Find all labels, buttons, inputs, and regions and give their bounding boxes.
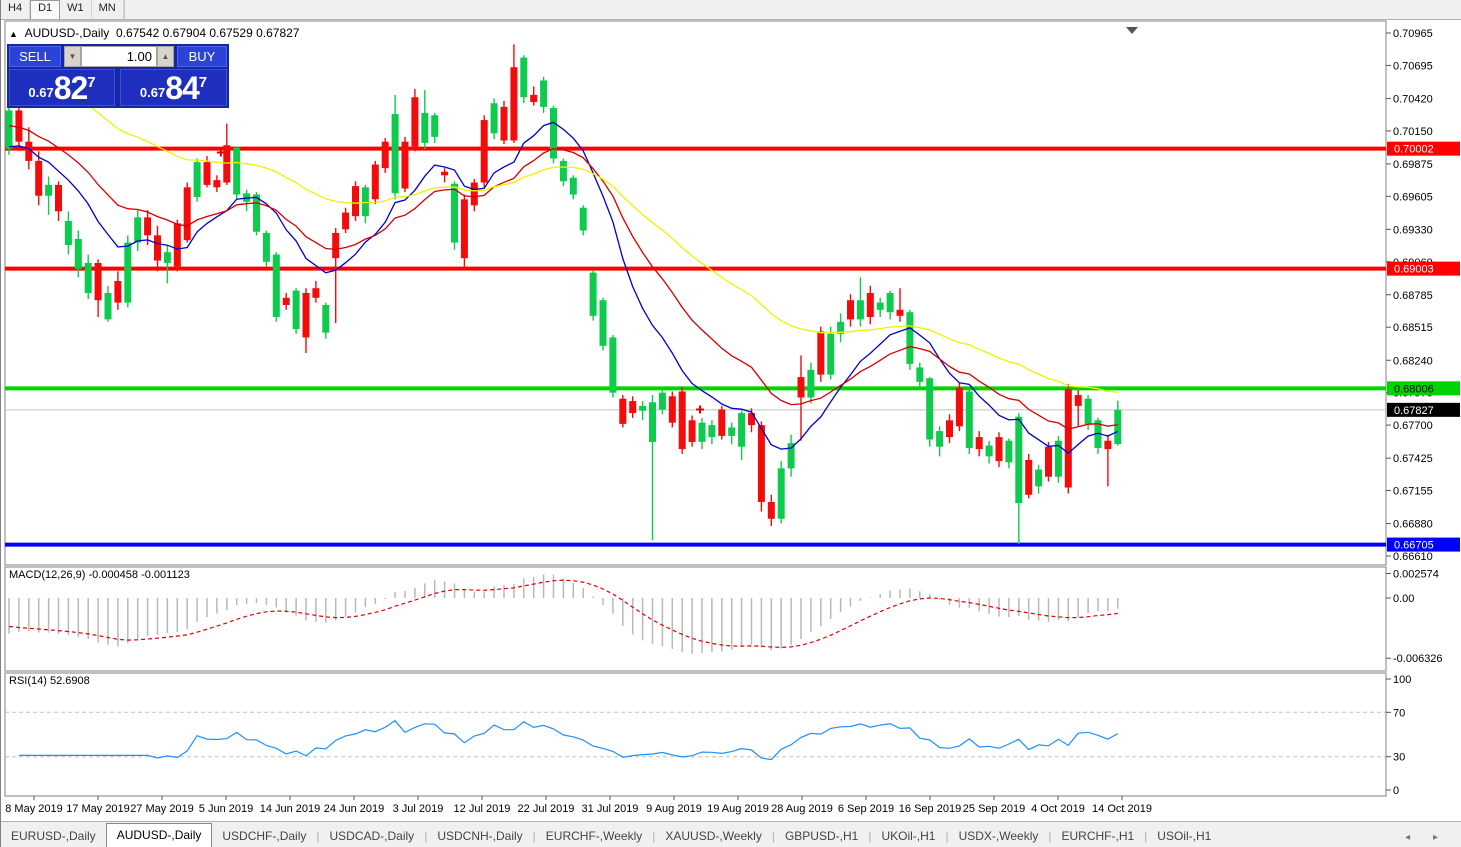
chart-tab-usdchf-daily[interactable]: USDCHF-,Daily <box>212 825 316 847</box>
rsi-label: RSI(14) 52.6908 <box>9 675 90 687</box>
svg-text:9 Aug 2019: 9 Aug 2019 <box>646 803 702 815</box>
svg-text:0.67827: 0.67827 <box>1394 405 1434 417</box>
svg-text:27 May 2019: 27 May 2019 <box>130 803 194 815</box>
volume-decrease-icon[interactable]: ▼ <box>64 46 81 67</box>
svg-text:0.70002: 0.70002 <box>1394 144 1434 156</box>
tab-scroll-arrows[interactable]: ◂ ▸ <box>1405 828 1461 847</box>
svg-text:0.00: 0.00 <box>1393 593 1414 605</box>
svg-text:0.66705: 0.66705 <box>1394 540 1434 552</box>
one-click-trading-panel: SELL ▼ 1.00 ▲ BUY 0.67 82 7 0.67 84 7 <box>7 44 229 108</box>
svg-text:4 Oct 2019: 4 Oct 2019 <box>1031 803 1085 815</box>
svg-text:16 Sep 2019: 16 Sep 2019 <box>899 803 961 815</box>
svg-text:0: 0 <box>1393 785 1399 797</box>
svg-text:0.69330: 0.69330 <box>1393 224 1433 236</box>
rsi-axis: 100 70 30 0 <box>1386 674 1411 797</box>
volume-stepper: ▼ 1.00 ▲ <box>64 46 174 67</box>
svg-text:31 Jul 2019: 31 Jul 2019 <box>582 803 639 815</box>
svg-text:0.69875: 0.69875 <box>1393 159 1433 171</box>
svg-text:0.69605: 0.69605 <box>1393 191 1433 203</box>
svg-text:8 May 2019: 8 May 2019 <box>5 803 62 815</box>
svg-text:5 Jun 2019: 5 Jun 2019 <box>199 803 253 815</box>
svg-text:0.67425: 0.67425 <box>1393 453 1433 465</box>
svg-text:0.70420: 0.70420 <box>1393 93 1433 105</box>
chart-tab-usdx-weekly[interactable]: USDX-,Weekly <box>949 825 1049 847</box>
chart-tab-audusd-daily[interactable]: AUDUSD-,Daily <box>105 823 213 847</box>
svg-text:0.70150: 0.70150 <box>1393 126 1433 138</box>
chart-ohlc-header: ▲ AUDUSD-,Daily 0.67542 0.67904 0.67529 … <box>9 26 299 40</box>
chart-tab-usoil-h1[interactable]: USOil-,H1 <box>1147 825 1221 847</box>
svg-text:70: 70 <box>1393 707 1405 719</box>
chart-tab-eurusd-daily[interactable]: EURUSD-,Daily <box>1 825 106 847</box>
volume-input[interactable]: 1.00 <box>81 46 157 67</box>
chart-tab-bar: EURUSD-,Daily AUDUSD-,Daily USDCHF-,Daily |… <box>1 821 1461 847</box>
svg-text:0.68515: 0.68515 <box>1393 322 1433 334</box>
svg-text:0.69003: 0.69003 <box>1394 264 1434 276</box>
sell-price-big: 82 <box>53 70 89 106</box>
one-click-collapse-icon[interactable]: ▲ <box>9 29 18 39</box>
chart-tab-ukoil-h1[interactable]: UKOil-,H1 <box>871 825 945 847</box>
svg-text:100: 100 <box>1393 674 1411 686</box>
svg-text:24 Jun 2019: 24 Jun 2019 <box>324 803 385 815</box>
svg-text:0.68006: 0.68006 <box>1394 383 1434 395</box>
chart-ohlc-values: 0.67542 0.67904 0.67529 0.67827 <box>115 26 300 40</box>
svg-text:0.68785: 0.68785 <box>1393 290 1433 302</box>
volume-increase-icon[interactable]: ▲ <box>157 46 174 67</box>
buy-price-sup: 7 <box>198 74 208 91</box>
svg-text:19 Aug 2019: 19 Aug 2019 <box>707 803 769 815</box>
svg-text:-0.006326: -0.006326 <box>1393 653 1443 665</box>
svg-text:25 Sep 2019: 25 Sep 2019 <box>963 803 1025 815</box>
svg-text:14 Jun 2019: 14 Jun 2019 <box>260 803 321 815</box>
svg-text:0.66880: 0.66880 <box>1393 519 1433 531</box>
sell-price-display[interactable]: 0.67 82 7 <box>9 69 115 106</box>
svg-text:0.66610: 0.66610 <box>1393 551 1433 563</box>
date-axis: 8 May 2019 17 May 2019 27 May 2019 5 Jun 20… <box>5 796 1152 815</box>
buy-price-display[interactable]: 0.67 84 7 <box>120 69 227 106</box>
chart-tab-gbpusd-h1[interactable]: GBPUSD-,H1 <box>775 825 868 847</box>
svg-text:17 May 2019: 17 May 2019 <box>66 803 130 815</box>
sell-price-prefix: 0.67 <box>28 85 54 100</box>
sell-button[interactable]: SELL <box>9 46 61 67</box>
svg-text:30: 30 <box>1393 752 1405 764</box>
chart-canvas[interactable]: 0.70965 0.70695 0.70420 0.70150 0.69875 0.696… <box>1 0 1461 821</box>
svg-text:6 Sep 2019: 6 Sep 2019 <box>838 803 894 815</box>
chart-tab-eurchf-h1[interactable]: EURCHF-,H1 <box>1052 825 1145 847</box>
buy-price-prefix: 0.67 <box>139 85 166 100</box>
svg-text:14 Oct 2019: 14 Oct 2019 <box>1092 803 1152 815</box>
chart-tab-usdcad-daily[interactable]: USDCAD-,Daily <box>320 825 425 847</box>
buy-price-big: 84 <box>165 70 200 106</box>
price-axis: 0.70965 0.70695 0.70420 0.70150 0.69875 0.696… <box>1386 28 1433 563</box>
svg-text:0.68240: 0.68240 <box>1393 355 1433 367</box>
mt4-window: H4 D1 W1 MN 0.70965 0.70695 0.70420 0.70150 0.6… <box>0 0 1461 847</box>
sell-price-sup: 7 <box>87 74 96 91</box>
chart-tab-eurchf-weekly[interactable]: EURCHF-,Weekly <box>536 825 652 847</box>
buy-button[interactable]: BUY <box>177 46 227 67</box>
chart-symbol-label: AUDUSD-,Daily <box>24 26 110 40</box>
svg-text:0.67155: 0.67155 <box>1393 486 1433 498</box>
svg-text:0.70965: 0.70965 <box>1393 28 1433 40</box>
macd-label: MACD(12,26,9) -0.000458 -0.001123 <box>9 569 190 581</box>
chart-tab-usdcnh-daily[interactable]: USDCNH-,Daily <box>427 825 532 847</box>
svg-text:3 Jul 2019: 3 Jul 2019 <box>393 803 444 815</box>
svg-text:28 Aug 2019: 28 Aug 2019 <box>771 803 833 815</box>
chart-tab-xauusd-weekly[interactable]: XAUUSD-,Weekly <box>655 825 771 847</box>
svg-text:0.67700: 0.67700 <box>1393 420 1433 432</box>
panel-frames <box>4 20 1387 797</box>
svg-text:12 Jul 2019: 12 Jul 2019 <box>454 803 511 815</box>
macd-axis: 0.002574 0.00 -0.006326 <box>1386 568 1443 665</box>
svg-text:0.70695: 0.70695 <box>1393 60 1433 72</box>
svg-text:22 Jul 2019: 22 Jul 2019 <box>518 803 575 815</box>
svg-text:0.002574: 0.002574 <box>1393 568 1439 580</box>
